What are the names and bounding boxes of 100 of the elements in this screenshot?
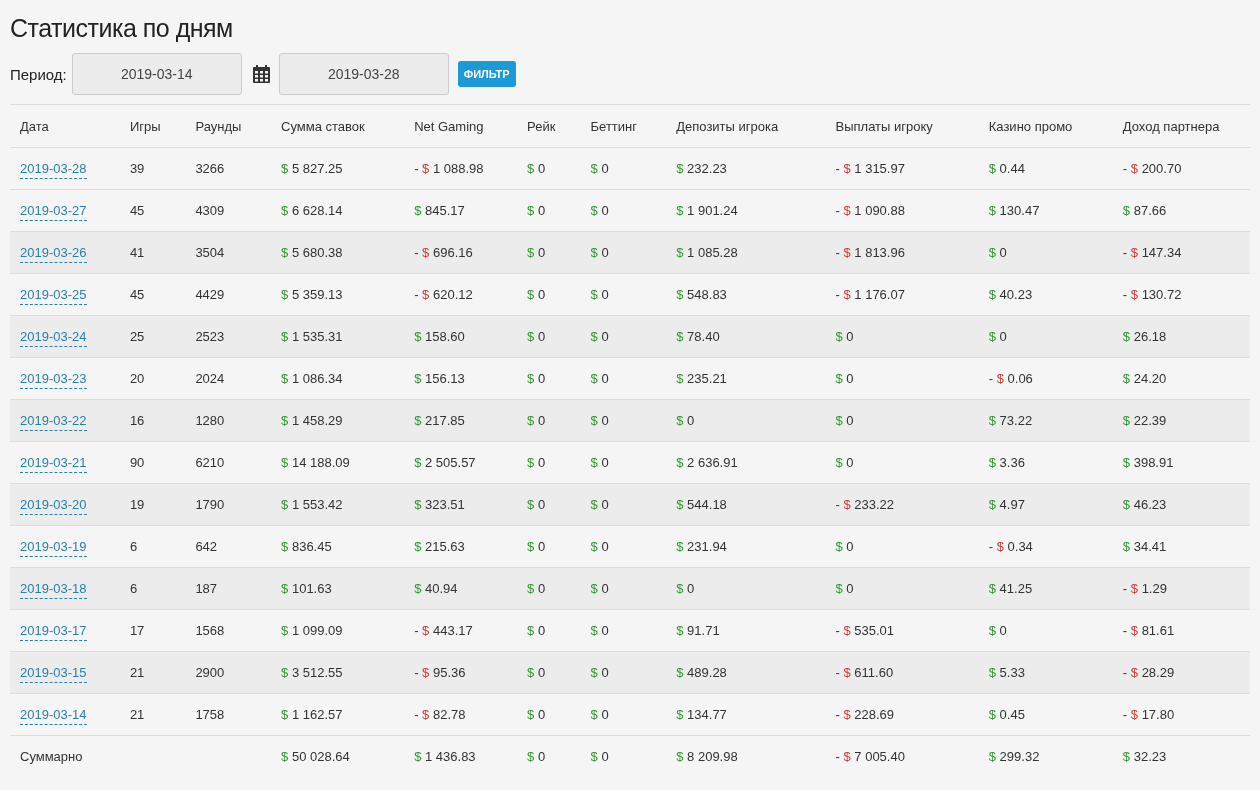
money-cell: $ 4.97 <box>978 483 1113 526</box>
money-cell: $ 5.33 <box>978 651 1113 694</box>
column-header: Беттинг <box>580 105 667 148</box>
table-cell: 6 <box>119 567 186 610</box>
date-link[interactable]: 2019-03-14 <box>20 707 87 725</box>
money-cell: $ 91.71 <box>666 609 826 652</box>
table-cell: 3266 <box>185 147 272 190</box>
money-cell: $ 0 <box>580 567 667 610</box>
date-link[interactable]: 2019-03-27 <box>20 203 87 221</box>
money-cell: $ 0 <box>825 441 979 484</box>
money-cell: - $ 200.70 <box>1112 147 1250 190</box>
date-link[interactable]: 2019-03-21 <box>20 455 87 473</box>
money-cell: $ 0 <box>580 315 667 358</box>
money-cell: $ 0 <box>517 525 581 568</box>
column-header: Доход партнера <box>1112 105 1250 148</box>
money-cell: $ 1 901.24 <box>666 189 826 232</box>
table-cell: 642 <box>185 525 272 568</box>
money-cell: $ 845.17 <box>404 189 518 232</box>
money-cell: $ 3.36 <box>978 441 1113 484</box>
calendar-icon[interactable] <box>252 65 270 83</box>
money-cell: $ 0 <box>517 147 581 190</box>
money-cell: - $ 443.17 <box>404 609 518 652</box>
money-cell: - $ 0.06 <box>978 357 1113 400</box>
date-from-field[interactable]: 2019-03-14 <box>71 53 242 95</box>
money-cell: $ 1 553.42 <box>271 483 405 526</box>
money-cell: $ 323.51 <box>404 483 518 526</box>
money-cell: $ 41.25 <box>978 567 1113 610</box>
table-cell: 6210 <box>185 441 272 484</box>
table-cell: 3504 <box>185 231 272 274</box>
money-cell: $ 156.13 <box>404 357 518 400</box>
money-cell: $ 0 <box>978 231 1113 274</box>
money-cell: $ 0 <box>978 315 1113 358</box>
money-cell: $ 0 <box>580 609 667 652</box>
money-cell: $ 0 <box>580 693 667 736</box>
money-cell: $ 0 <box>517 609 581 652</box>
money-cell: $ 5 359.13 <box>271 273 405 316</box>
money-cell: $ 0 <box>580 231 667 274</box>
money-cell: $ 32.23 <box>1112 735 1250 777</box>
money-cell: $ 231.94 <box>666 525 826 568</box>
money-cell: $ 1 436.83 <box>404 735 518 777</box>
money-cell: $ 73.22 <box>978 399 1113 442</box>
date-to-field[interactable]: 2019-03-28 <box>278 53 449 95</box>
column-header: Рейк <box>517 105 581 148</box>
money-cell: $ 217.85 <box>404 399 518 442</box>
money-cell: $ 0 <box>517 567 581 610</box>
money-cell: - $ 81.61 <box>1112 609 1250 652</box>
money-cell: $ 46.23 <box>1112 483 1250 526</box>
table-cell: 25 <box>119 315 186 358</box>
money-cell: $ 6 628.14 <box>271 189 405 232</box>
money-cell: $ 1 086.34 <box>271 357 405 400</box>
money-cell: $ 134.77 <box>666 693 826 736</box>
table-cell: 2523 <box>185 315 272 358</box>
money-cell: $ 50 028.64 <box>271 735 405 777</box>
money-cell: - $ 535.01 <box>825 609 979 652</box>
money-cell: - $ 1 176.07 <box>825 273 979 316</box>
table-cell: 21 <box>119 693 186 736</box>
money-cell: - $ 0.34 <box>978 525 1113 568</box>
total-label: Суммарно <box>10 735 120 777</box>
table-cell: 2900 <box>185 651 272 694</box>
money-cell: - $ 1 090.88 <box>825 189 979 232</box>
money-cell: $ 1 162.57 <box>271 693 405 736</box>
date-link[interactable]: 2019-03-28 <box>20 161 87 179</box>
money-cell: $ 544.18 <box>666 483 826 526</box>
money-cell: $ 0 <box>517 273 581 316</box>
money-cell: - $ 1 315.97 <box>825 147 979 190</box>
date-link[interactable]: 2019-03-17 <box>20 623 87 641</box>
table-cell: 90 <box>119 441 186 484</box>
page-title: Статистика по дням <box>10 14 234 43</box>
date-link[interactable]: 2019-03-23 <box>20 371 87 389</box>
table-cell: 6 <box>119 525 186 568</box>
table-cell: 1280 <box>185 399 272 442</box>
date-link[interactable]: 2019-03-25 <box>20 287 87 305</box>
table-cell: 39 <box>119 147 186 190</box>
money-cell: $ 0 <box>580 525 667 568</box>
money-cell: $ 40.23 <box>978 273 1113 316</box>
table-cell: 187 <box>185 567 272 610</box>
filter-button[interactable]: ФИЛЬТР <box>457 61 516 87</box>
money-cell: $ 0 <box>580 189 667 232</box>
money-cell: $ 1 099.09 <box>271 609 405 652</box>
money-cell: - $ 1 813.96 <box>825 231 979 274</box>
date-link[interactable]: 2019-03-19 <box>20 539 87 557</box>
money-cell: - $ 82.78 <box>404 693 518 736</box>
column-header: Казино промо <box>978 105 1113 148</box>
table-cell: 1758 <box>185 693 272 736</box>
money-cell: $ 1 085.28 <box>666 231 826 274</box>
column-header: Депозиты игрока <box>666 105 826 148</box>
column-header: Net Gaming <box>404 105 518 148</box>
money-cell: $ 232.23 <box>666 147 826 190</box>
money-cell: $ 0 <box>580 357 667 400</box>
money-cell: $ 0 <box>517 399 581 442</box>
column-header: Выплаты игроку <box>825 105 979 148</box>
money-cell: - $ 233.22 <box>825 483 979 526</box>
money-cell: $ 0 <box>517 651 581 694</box>
money-cell: - $ 28.29 <box>1112 651 1250 694</box>
money-cell: $ 8 209.98 <box>666 735 826 777</box>
money-cell: $ 5 827.25 <box>271 147 405 190</box>
table-cell: 41 <box>119 231 186 274</box>
table-cell: 19 <box>119 483 186 526</box>
money-cell: - $ 611.60 <box>825 651 979 694</box>
money-cell: $ 0 <box>517 483 581 526</box>
